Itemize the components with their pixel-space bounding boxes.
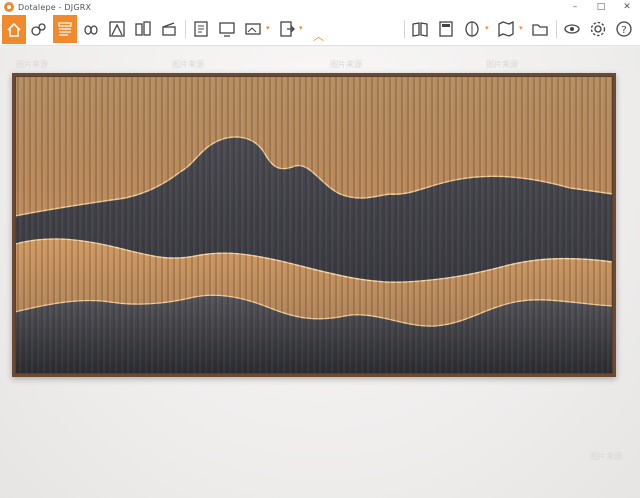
folder-button[interactable] xyxy=(528,16,552,42)
export-button[interactable] xyxy=(275,16,299,42)
image-edit-caret-icon[interactable]: ▾ xyxy=(266,24,270,32)
document-button[interactable] xyxy=(189,16,213,42)
clapper-icon xyxy=(162,22,176,36)
watermark: 图片来源 xyxy=(330,60,362,69)
svg-text:?: ? xyxy=(621,25,626,36)
help-button[interactable]: ? xyxy=(612,16,636,42)
gallery-button[interactable] xyxy=(131,16,155,42)
chevron-up-icon[interactable]: ︿ xyxy=(313,28,324,44)
minimize-icon[interactable]: – xyxy=(562,0,588,14)
triangle-frame-button[interactable] xyxy=(105,16,129,42)
diamond-caret-icon[interactable]: ▾ xyxy=(485,24,489,32)
shapes-icon xyxy=(31,23,46,36)
window-title: Dotalepe - DJGRX xyxy=(18,2,92,12)
artwork-image xyxy=(12,73,616,377)
grid-button[interactable] xyxy=(53,15,77,43)
view-button[interactable] xyxy=(560,16,584,42)
settings-button[interactable] xyxy=(586,16,610,42)
book-icon xyxy=(412,22,428,37)
map-icon xyxy=(498,20,514,38)
gear-icon xyxy=(590,21,606,37)
folder-icon xyxy=(532,24,548,36)
screen-button[interactable] xyxy=(215,16,239,42)
eyes-button[interactable] xyxy=(79,16,103,42)
gallery-icon xyxy=(135,21,151,36)
clapper-button[interactable] xyxy=(157,16,181,42)
document-icon xyxy=(194,21,208,37)
screen-icon xyxy=(219,22,235,37)
calculator-button[interactable] xyxy=(434,16,458,42)
map-caret-icon[interactable]: ▾ xyxy=(519,24,523,32)
map-button[interactable] xyxy=(494,16,518,42)
calculator-icon xyxy=(439,21,453,37)
toolbar-separator xyxy=(556,20,557,38)
home-icon xyxy=(7,22,21,37)
view-icon xyxy=(564,24,580,34)
app-logo-icon xyxy=(4,2,14,12)
close-icon[interactable]: ✕ xyxy=(614,0,640,14)
watermark: 图片来源 xyxy=(16,60,48,69)
title-bar: Dotalepe - DJGRX – □ ✕ xyxy=(0,0,640,14)
home-button[interactable] xyxy=(2,15,26,44)
watermark: 图片来源 xyxy=(486,60,518,69)
book-button[interactable] xyxy=(408,16,432,42)
diamond-icon xyxy=(465,21,479,37)
maximize-icon[interactable]: □ xyxy=(588,0,614,14)
toolbar-separator xyxy=(185,20,186,38)
help-icon: ? xyxy=(616,21,632,37)
eyes-icon xyxy=(84,25,98,35)
toolbar: ▾ ▾ ︿ ▾ ▾ ? xyxy=(0,14,640,46)
watermark: 图片来源 xyxy=(172,60,204,69)
image-edit-icon xyxy=(245,23,261,35)
watermark: 图片来源 xyxy=(590,452,622,461)
mountain-slat-panel xyxy=(15,76,613,374)
export-caret-icon[interactable]: ▾ xyxy=(299,24,303,32)
export-icon xyxy=(280,21,295,37)
shapes-button[interactable] xyxy=(27,16,51,42)
window-controls: – □ ✕ xyxy=(562,0,640,14)
triangle-frame-icon xyxy=(109,21,125,37)
image-edit-button[interactable] xyxy=(241,16,265,42)
toolbar-separator xyxy=(404,20,405,38)
diamond-button[interactable] xyxy=(460,16,484,42)
grid-active-icon xyxy=(58,22,72,36)
